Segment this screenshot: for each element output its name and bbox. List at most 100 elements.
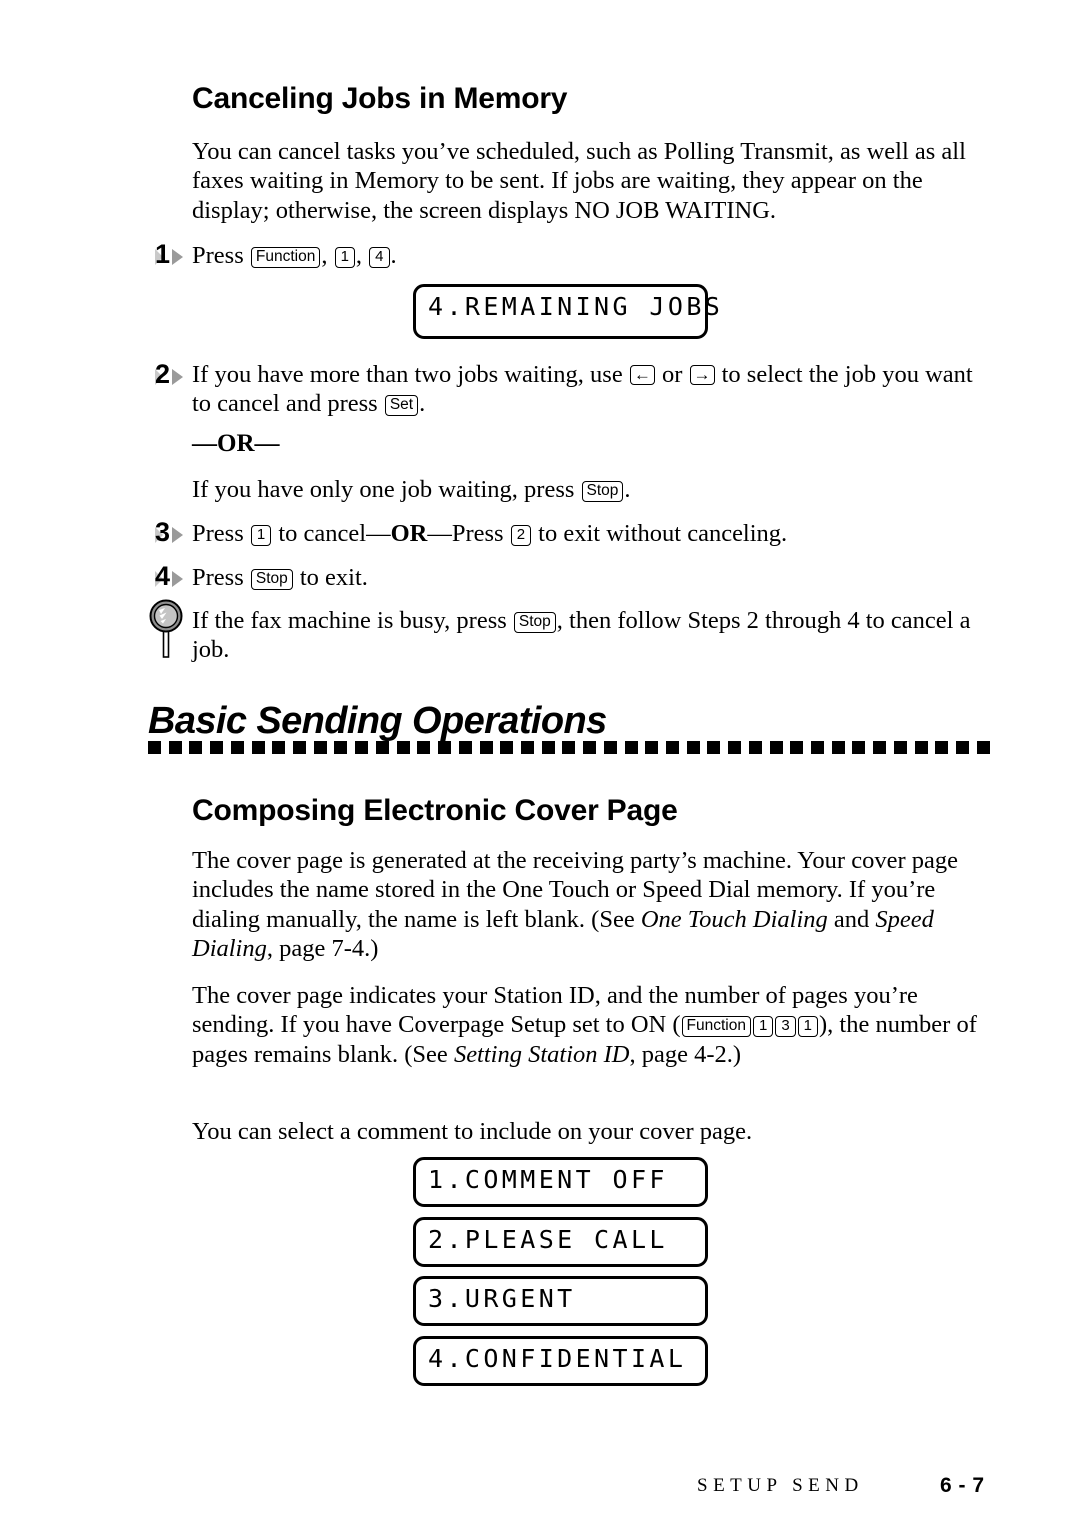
- divider-square: [458, 741, 472, 754]
- divider-square: [790, 741, 804, 754]
- divider-square: [438, 741, 452, 754]
- step-arrow-icon: [172, 527, 183, 543]
- section-divider: [148, 741, 990, 754]
- divider-square: [873, 741, 887, 754]
- step-3-text: Press 1 to cancel—OR—Press 2 to exit wit…: [192, 519, 982, 548]
- divider-square: [355, 741, 369, 754]
- divider-square: [210, 741, 224, 754]
- step-2-alternate-text: If you have only one job waiting, press …: [192, 475, 982, 504]
- cover-p2-part-c: , page 4-2.): [629, 1040, 742, 1068]
- cover-p1-part-c: , page 7-4.): [266, 935, 379, 963]
- step-3-part-c: —Press: [427, 520, 510, 547]
- step-1-text-after: .: [390, 242, 397, 269]
- key-stop[interactable]: Stop: [250, 569, 293, 590]
- key-1[interactable]: 1: [250, 525, 272, 546]
- section-title-basic-sending-operations: Basic Sending Operations: [148, 700, 607, 742]
- divider-square: [500, 741, 514, 754]
- step-marker-3: 3: [155, 518, 189, 550]
- step-4-part-a: Press: [192, 564, 250, 591]
- divider-square: [272, 741, 286, 754]
- lcd-comment-option-2: 2.PLEASE CALL: [413, 1217, 708, 1267]
- divider-square: [665, 741, 679, 754]
- or-separator-step-2: —OR—: [192, 430, 280, 457]
- lcd-comment-option-4-text: 4.CONFIDENTIAL: [428, 1344, 687, 1373]
- divider-square: [189, 741, 203, 754]
- divider-square: [334, 741, 348, 754]
- divider-square: [479, 741, 493, 754]
- key-1[interactable]: 1: [334, 247, 355, 268]
- step-3-part-b: to cancel—: [272, 520, 391, 547]
- divider-square: [686, 741, 700, 754]
- divider-square: [562, 741, 576, 754]
- divider-square: [976, 741, 990, 754]
- cover-p1-italic-1: One Touch Dialing: [640, 905, 828, 933]
- key-set[interactable]: Set: [384, 395, 419, 417]
- key-right-arrow-icon[interactable]: →: [689, 365, 715, 385]
- step-number-label: 4: [155, 561, 171, 591]
- intro-paragraph: You can cancel tasks you’ve scheduled, s…: [192, 138, 966, 224]
- divider-square: [541, 741, 555, 754]
- key-1[interactable]: 1: [752, 1016, 774, 1038]
- lcd-comment-option-3-text: 3.URGENT: [428, 1284, 576, 1313]
- lcd-remaining-jobs-text: 4.REMAINING JOBS: [428, 292, 724, 321]
- divider-square: [230, 741, 244, 754]
- divider-square: [893, 741, 907, 754]
- step-3-part-d: to exit without canceling.: [532, 520, 788, 547]
- divider-square: [603, 741, 617, 754]
- step-marker-4: 4: [155, 562, 189, 594]
- step-3-part-a: Press: [192, 520, 250, 547]
- step-number-label: 3: [155, 517, 171, 547]
- divider-square: [852, 741, 866, 754]
- key-function[interactable]: Function: [681, 1016, 751, 1038]
- magnifier-icon: [146, 598, 186, 660]
- key-stop[interactable]: Stop: [581, 481, 624, 502]
- lcd-comment-option-2-text: 2.PLEASE CALL: [428, 1225, 668, 1254]
- cover-paragraph-3: You can select a comment to include on y…: [192, 1118, 753, 1145]
- divider-square: [313, 741, 327, 754]
- cover-p1-part-b: and: [827, 905, 876, 933]
- divider-square: [624, 741, 638, 754]
- step-1-text: Press Function, 1, 4.: [192, 241, 952, 270]
- step-arrow-icon: [172, 571, 183, 587]
- divider-square: [811, 741, 824, 754]
- key-left-arrow-icon[interactable]: ←: [629, 365, 655, 385]
- footer-section-label: SETUP SEND: [697, 1475, 864, 1496]
- step-2-alt-after: .: [624, 476, 631, 503]
- cover-p2-italic-1: Setting Station ID: [453, 1040, 630, 1068]
- footer-page-number: 6 - 7: [940, 1474, 985, 1497]
- note-text: If the fax machine is busy, press Stop, …: [192, 606, 982, 665]
- page-title-canceling-jobs: Canceling Jobs in Memory: [192, 82, 568, 115]
- magnifier-icon-svg: [149, 599, 183, 658]
- divider-square: [956, 741, 970, 754]
- step-4-text: Press Stop to exit.: [192, 563, 982, 592]
- lcd-comment-option-1: 1.COMMENT OFF: [413, 1157, 708, 1207]
- divider-square: [148, 741, 161, 754]
- key-function[interactable]: Function: [250, 247, 321, 268]
- divider-square: [417, 741, 431, 754]
- key-4[interactable]: 4: [369, 247, 390, 268]
- key-1[interactable]: 1: [797, 1016, 819, 1038]
- lcd-remaining-jobs: 4.REMAINING JOBS: [413, 284, 720, 339]
- step-1-text-before: Press: [192, 242, 250, 269]
- key-3[interactable]: 3: [775, 1016, 796, 1038]
- divider-square: [168, 741, 182, 754]
- step-1-comma-1: ,: [321, 242, 334, 269]
- step-marker-1: 1: [155, 240, 189, 272]
- lcd-comment-option-1-text: 1.COMMENT OFF: [428, 1165, 668, 1194]
- step-1-comma-2: ,: [355, 242, 369, 269]
- step-number-label: 2: [155, 359, 171, 389]
- step-arrow-icon: [172, 369, 183, 385]
- step-3-or-bold: OR: [390, 520, 428, 547]
- key-2[interactable]: 2: [510, 525, 532, 546]
- lcd-comment-option-4: 4.CONFIDENTIAL: [413, 1336, 708, 1386]
- divider-square: [583, 741, 597, 754]
- divider-square: [520, 741, 534, 754]
- divider-square: [914, 741, 928, 754]
- step-marker-2: 2: [155, 360, 189, 392]
- divider-square: [707, 741, 721, 754]
- step-2-part-a: If you have more than two jobs waiting, …: [192, 361, 629, 388]
- document-page: Canceling Jobs in Memory You can cancel …: [0, 0, 1080, 1529]
- key-stop[interactable]: Stop: [513, 612, 556, 633]
- divider-square: [396, 741, 410, 754]
- step-2-mid: or: [655, 361, 689, 388]
